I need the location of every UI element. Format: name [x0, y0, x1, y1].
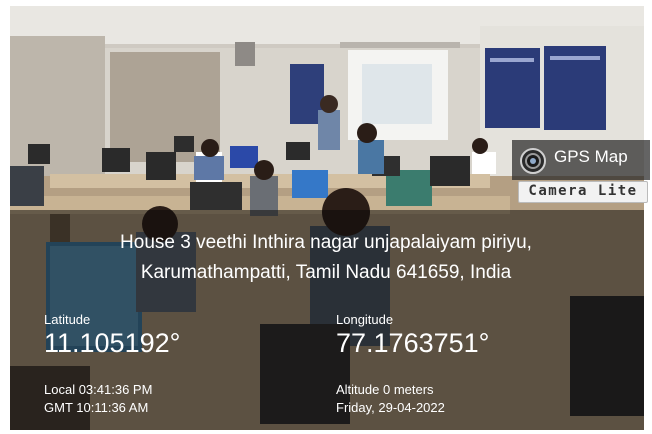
capture-date: Friday, 29-04-2022	[336, 400, 445, 415]
app-variant-text: Camera Lite	[528, 183, 638, 199]
latitude-value: 11.105192°	[44, 328, 181, 358]
app-variant-label: Camera Lite	[518, 181, 648, 203]
latitude-label: Latitude	[44, 312, 91, 327]
app-badge-header: GPS Map	[512, 140, 650, 180]
altitude: Altitude 0 meters	[336, 382, 434, 397]
gmt-time: GMT 10:11:36 AM	[44, 400, 149, 415]
app-badge: GPS Map Camera Lite	[512, 140, 650, 204]
geotagged-photo-frame: GPS Map Camera Lite House 3 veethi Inthi…	[0, 0, 652, 434]
camera-lens-icon	[520, 148, 546, 174]
address-line-2: Karumathampatti, Tamil Nadu 641659, Indi…	[140, 262, 512, 283]
app-name: GPS Map	[554, 147, 628, 166]
address-line-1: House 3 veethi Inthira nagar unjapalaiya…	[120, 232, 532, 253]
longitude-value: 77.1763751°	[336, 328, 490, 358]
longitude-label: Longitude	[336, 312, 394, 327]
local-time: Local 03:41:36 PM	[44, 382, 153, 397]
